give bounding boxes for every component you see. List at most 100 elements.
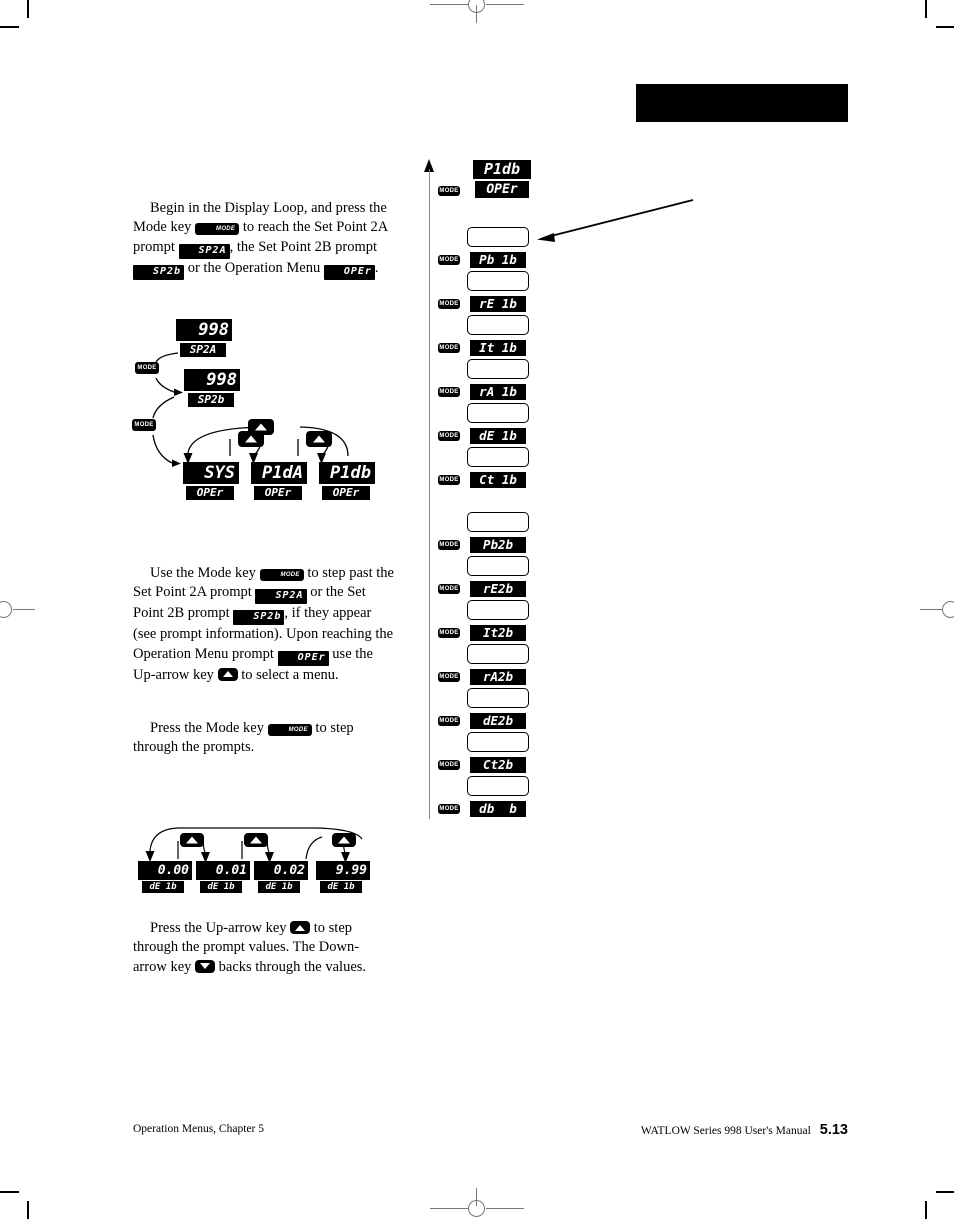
- prompt-label-re1b: rE 1b: [470, 296, 526, 312]
- prompt-label-de1b: dE 1b: [470, 428, 526, 444]
- footer-right-group: WATLOW Series 998 User's Manual 5.13: [641, 1122, 848, 1138]
- mode-button-it2b[interactable]: MODE: [438, 628, 460, 638]
- mode-button-re2b[interactable]: MODE: [438, 584, 460, 594]
- prompt-label-pb1b: Pb 1b: [470, 252, 526, 268]
- up-arrow-key-p1da-to-p1db[interactable]: [306, 431, 332, 447]
- prompt-label-re2b: rE2b: [470, 581, 526, 597]
- down-arrow-key-icon: [195, 959, 216, 973]
- up-arrow-key-step3[interactable]: [332, 833, 356, 847]
- mode-button-pb2b[interactable]: MODE: [438, 540, 460, 550]
- p1-text-3: , the Set Point 2B prompt: [229, 238, 378, 255]
- value-box-ct1b[interactable]: [467, 447, 529, 467]
- registration-mark-left: [0, 601, 12, 618]
- crop-mark-top-right-v: [925, 0, 927, 18]
- lcd-value-step-3: 9.99: [316, 861, 370, 880]
- up-arrow-key-icon: [217, 667, 238, 681]
- prompt-label-de2b: dE2b: [470, 713, 526, 729]
- lcd-display-sys-value: SYS: [183, 462, 239, 484]
- registration-line-left-arm: [13, 609, 35, 610]
- lcd-column-head-label: OPEr: [475, 181, 529, 198]
- mode-button-re1b[interactable]: MODE: [438, 299, 460, 309]
- mode-button-to-sp2b[interactable]: MODE: [135, 362, 159, 374]
- crop-mark-top-left-v: [27, 0, 29, 18]
- up-arrow-key-step2[interactable]: [244, 833, 268, 847]
- crop-mark-bottom-right-v: [925, 1201, 927, 1219]
- mode-button-to-operation-menu[interactable]: MODE: [132, 419, 156, 431]
- lcd-column-head-value: P1db: [473, 160, 531, 179]
- p1-text-5: .: [374, 259, 379, 276]
- prompt-label-it1b: It 1b: [470, 340, 526, 356]
- prompt-label-ra1b: rA 1b: [470, 384, 526, 400]
- lcd-value-step-1: 0.01: [196, 861, 250, 880]
- registration-line-top-stem: [476, 5, 477, 23]
- lcd-value-step-1-label: dE 1b: [200, 881, 242, 893]
- value-box-it1b[interactable]: [467, 315, 529, 335]
- mode-button-head[interactable]: MODE: [438, 186, 460, 196]
- footer-chapter-label: Operation Menus, Chapter 5: [133, 1123, 264, 1135]
- registration-line-top-left: [430, 4, 468, 5]
- figure-value-stepping: 0.00 dE 1b 0.01 dE 1b 0.02 dE 1b 9.99 dE…: [130, 825, 380, 895]
- value-box-it2b[interactable]: [467, 600, 529, 620]
- mode-key-glyph: MODE: [259, 569, 304, 581]
- mode-button-it1b[interactable]: MODE: [438, 343, 460, 353]
- lcd-display-sys-label: OPEr: [186, 486, 234, 500]
- mode-button-ct2b[interactable]: MODE: [438, 760, 460, 770]
- section-header-bar: [636, 84, 848, 122]
- value-box-re2b[interactable]: [467, 556, 529, 576]
- mode-key-glyph: MODE: [195, 223, 240, 236]
- prompt-label-pb2b: Pb2b: [470, 537, 526, 553]
- footer-manual-title: WATLOW Series 998 User's Manual: [640, 1125, 811, 1137]
- mode-button-pb1b[interactable]: MODE: [438, 255, 460, 265]
- lcd-oper-prompt: OPEr: [277, 650, 329, 666]
- prompt-label-ct1b: Ct 1b: [470, 472, 526, 488]
- lcd-value-step-3-label: dE 1b: [320, 881, 362, 893]
- lcd-display-sp2b-label: SP2b: [188, 393, 234, 407]
- lcd-display-p1db-label: OPEr: [322, 486, 370, 500]
- registration-line-bottom-left: [430, 1208, 468, 1209]
- lcd-value-step-2: 0.02: [254, 861, 308, 880]
- value-box-re1b[interactable]: [467, 271, 529, 291]
- mode-key-glyph: MODE: [267, 724, 312, 736]
- value-box-ra1b[interactable]: [467, 359, 529, 379]
- mode-button-de2b[interactable]: MODE: [438, 716, 460, 726]
- paragraph-arrow-keys: Press the Up-arrow key to step through t…: [133, 919, 381, 977]
- registration-line-top-right: [486, 4, 524, 5]
- value-box-de1b[interactable]: [467, 403, 529, 423]
- lcd-sp2a-prompt: SP2A: [178, 243, 230, 259]
- mode-button-de1b[interactable]: MODE: [438, 431, 460, 441]
- prompt-label-dbb: db b: [470, 801, 526, 817]
- value-box-pb2b[interactable]: [467, 512, 529, 532]
- mode-button-ra2b[interactable]: MODE: [438, 672, 460, 682]
- up-arrow-key-icon: [290, 921, 311, 934]
- paragraph-display-loop-intro: Begin in the Display Loop, and press the…: [133, 199, 395, 280]
- lcd-value-step-0-label: dE 1b: [142, 881, 184, 893]
- p4-text-3: backs through the values.: [215, 958, 367, 975]
- figure-prompt-sequence: P1db OPEr MODE Pb 1b MODE rE 1b MODE It …: [415, 155, 705, 835]
- footer-page-number: 5.13: [819, 1122, 848, 1138]
- paragraph-mode-key-prompts: Press the Mode key MODE to step through …: [133, 719, 395, 758]
- crop-mark-bottom-right-h: [936, 1191, 954, 1193]
- lcd-sp2b-prompt: SP2b: [133, 264, 185, 280]
- crop-mark-top-right-h: [936, 26, 954, 28]
- p4-text-1: Press the Up-arrow key: [150, 920, 291, 936]
- lcd-display-p1da-value: P1dA: [251, 462, 307, 484]
- figure-display-loop: 998 SP2A MODE 998 SP2b MODE SYS OPEr P1d…: [130, 315, 390, 500]
- lcd-sp2b-prompt: SP2b: [233, 610, 285, 626]
- value-box-ct2b[interactable]: [467, 732, 529, 752]
- mode-button-dbb[interactable]: MODE: [438, 804, 460, 814]
- value-box-de2b[interactable]: [467, 688, 529, 708]
- mode-button-ra1b[interactable]: MODE: [438, 387, 460, 397]
- crop-mark-top-left-h: [0, 26, 19, 28]
- up-arrow-key-step1[interactable]: [180, 833, 204, 847]
- value-box-dbb[interactable]: [467, 776, 529, 796]
- paragraph-mode-key-stepping: Use the Mode key MODE to step past the S…: [133, 564, 395, 685]
- up-arrow-key-sys-to-p1da[interactable]: [238, 431, 264, 447]
- value-box-ra2b[interactable]: [467, 644, 529, 664]
- prompt-label-ct2b: Ct2b: [470, 757, 526, 773]
- value-box-pb1b[interactable]: [467, 227, 529, 247]
- crop-mark-bottom-left-v: [27, 1201, 29, 1219]
- prompt-label-it2b: It2b: [470, 625, 526, 641]
- lcd-display-p1db-value: P1db: [319, 462, 375, 484]
- p1-text-4: or the Operation Menu: [184, 259, 324, 276]
- mode-button-ct1b[interactable]: MODE: [438, 475, 460, 485]
